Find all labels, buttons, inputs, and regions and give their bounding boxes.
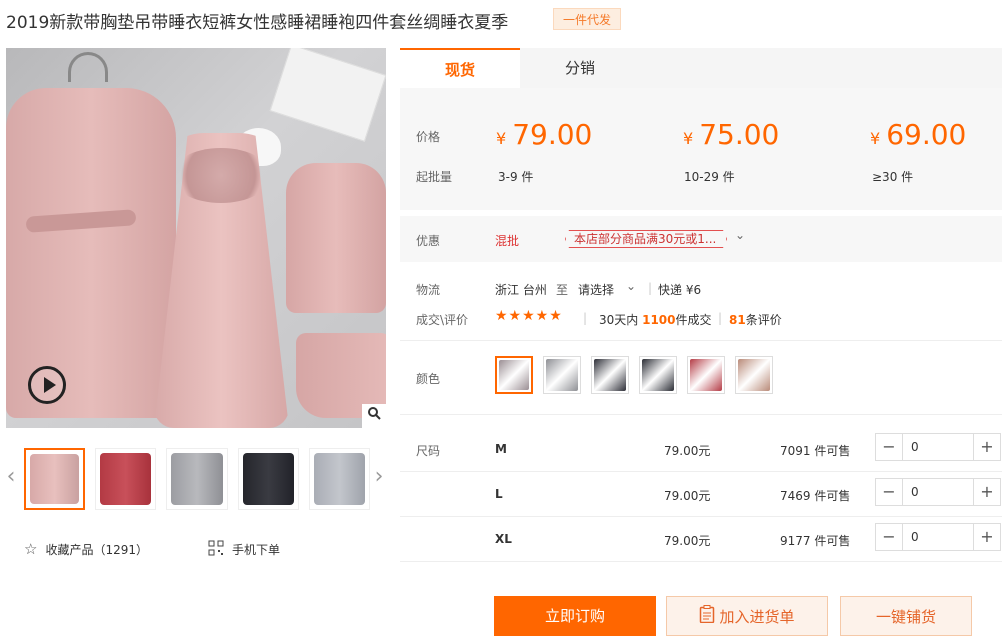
thumbnail[interactable]: [95, 448, 157, 510]
sales-text: 30天内 1100件成交: [599, 313, 712, 327]
size-stock: 9177 件可售: [780, 534, 851, 548]
size-price: 79.00元: [664, 534, 711, 548]
quantity-stepper: − 0 +: [875, 523, 1001, 551]
color-swatch[interactable]: [639, 356, 677, 394]
play-icon[interactable]: [28, 366, 66, 404]
size-stock: 7091 件可售: [780, 444, 851, 458]
color-swatch[interactable]: [735, 356, 773, 394]
mobile-order-button[interactable]: 手机下单: [208, 540, 280, 559]
discount-panel: 优惠 混批 本店部分商品满30元或1... ⌄: [400, 216, 1002, 262]
deals-label: 成交\评价: [416, 313, 469, 327]
quantity-stepper: − 0 +: [875, 478, 1001, 506]
color-swatch[interactable]: [543, 356, 581, 394]
size-name: M: [495, 442, 507, 456]
rating-stars-icon: ★★★★★: [495, 308, 563, 324]
price-tier-2: ¥75.00: [683, 118, 780, 151]
quantity-stepper: − 0 +: [875, 433, 1001, 461]
to-word: 至: [556, 283, 569, 297]
logistics-label: 物流: [416, 283, 441, 297]
tab-distribution[interactable]: 分销: [520, 48, 640, 88]
thumbnail[interactable]: [237, 448, 299, 510]
one-click-distribute-button[interactable]: 一键铺货: [840, 596, 972, 636]
dropship-badge: 一件代发: [553, 8, 621, 30]
star-outline-icon: ☆: [24, 540, 38, 558]
sales-count: 1100: [642, 313, 676, 327]
range-tier-1: 3-9 件: [498, 170, 534, 184]
price-tier-3: ¥69.00: [870, 118, 967, 151]
thumbnail[interactable]: [308, 448, 370, 510]
discount-label: 优惠: [416, 234, 441, 248]
minus-icon[interactable]: −: [876, 479, 902, 505]
size-price: 79.00元: [664, 444, 711, 458]
add-to-purchase-list-button[interactable]: 加入进货单: [666, 596, 828, 636]
quantity-input[interactable]: 0: [902, 524, 974, 550]
main-product-image[interactable]: [6, 48, 386, 428]
size-row: XL 79.00元 9177 件可售 − 0 +: [400, 518, 1002, 562]
chevron-right-icon[interactable]: ›: [372, 462, 386, 492]
price-panel: 价格 起批量 ¥79.00 ¥75.00 ¥69.00 3-9 件 10-29 …: [400, 88, 1002, 210]
size-row: L 79.00元 7469 件可售 − 0 +: [400, 473, 1002, 517]
ship-from: 浙江 台州: [495, 283, 547, 297]
chevron-down-icon[interactable]: ⌄: [626, 279, 636, 293]
product-title: 2019新款带胸垫吊带睡衣短裤女性感睡裙睡袍四件套丝绸睡衣夏季: [6, 13, 509, 33]
color-swatch[interactable]: [591, 356, 629, 394]
thumbnail-strip: [24, 448, 370, 510]
plus-icon[interactable]: +: [974, 524, 1000, 550]
size-name: XL: [495, 532, 512, 546]
range-tier-2: 10-29 件: [684, 170, 735, 184]
shipping-fee: 快递 ¥6: [658, 283, 702, 297]
price-tier-1: ¥79.00: [496, 118, 593, 151]
mobile-order-label: 手机下单: [232, 543, 281, 557]
clipboard-icon: [699, 598, 715, 636]
deals-row: 成交\评价 ★★★★★ | 30天内 1100件成交 | 81条评价: [416, 308, 782, 328]
magnifier-icon[interactable]: [362, 404, 386, 428]
color-swatch[interactable]: [495, 356, 533, 394]
robe-graphic: [6, 88, 176, 418]
mixed-batch-label: 混批: [495, 234, 520, 248]
range-tier-3: ≥30 件: [872, 170, 914, 184]
plus-icon[interactable]: +: [974, 479, 1000, 505]
favorite-label: 收藏产品（1291）: [45, 542, 148, 557]
size-stock: 7469 件可售: [780, 489, 851, 503]
discount-coupon[interactable]: 本店部分商品满30元或1...: [565, 230, 727, 248]
quantity-input[interactable]: 0: [902, 479, 974, 505]
favorite-button[interactable]: ☆ 收藏产品（1291）: [24, 540, 148, 558]
buy-now-button[interactable]: 立即订购: [494, 596, 656, 636]
size-row: M 79.00元 7091 件可售 − 0 +: [400, 428, 1002, 472]
size-price: 79.00元: [664, 489, 711, 503]
offer-tabs: 现货 分销: [400, 48, 1002, 88]
plus-icon[interactable]: +: [974, 434, 1000, 460]
qr-code-icon: [208, 540, 224, 559]
color-swatch[interactable]: [687, 356, 725, 394]
destination-select[interactable]: 请选择: [578, 281, 614, 298]
size-name: L: [495, 487, 503, 501]
min-order-label: 起批量: [416, 170, 453, 184]
color-label: 颜色: [416, 372, 441, 386]
reviews-link[interactable]: 81条评价: [729, 311, 782, 328]
tab-spot[interactable]: 现货: [400, 48, 520, 88]
color-selector: 颜色: [400, 350, 1002, 402]
cami-top-graphic: [286, 163, 386, 313]
chevron-left-icon[interactable]: ‹: [4, 462, 18, 492]
thumbnail[interactable]: [166, 448, 228, 510]
logistics-row: 物流 浙江 台州 至 请选择 ⌄ | 快递 ¥6: [416, 279, 702, 298]
price-label: 价格: [416, 130, 441, 144]
thumbnail[interactable]: [24, 448, 86, 510]
chevron-down-icon[interactable]: ⌄: [735, 228, 745, 242]
quantity-input[interactable]: 0: [902, 434, 974, 460]
minus-icon[interactable]: −: [876, 524, 902, 550]
minus-icon[interactable]: −: [876, 434, 902, 460]
